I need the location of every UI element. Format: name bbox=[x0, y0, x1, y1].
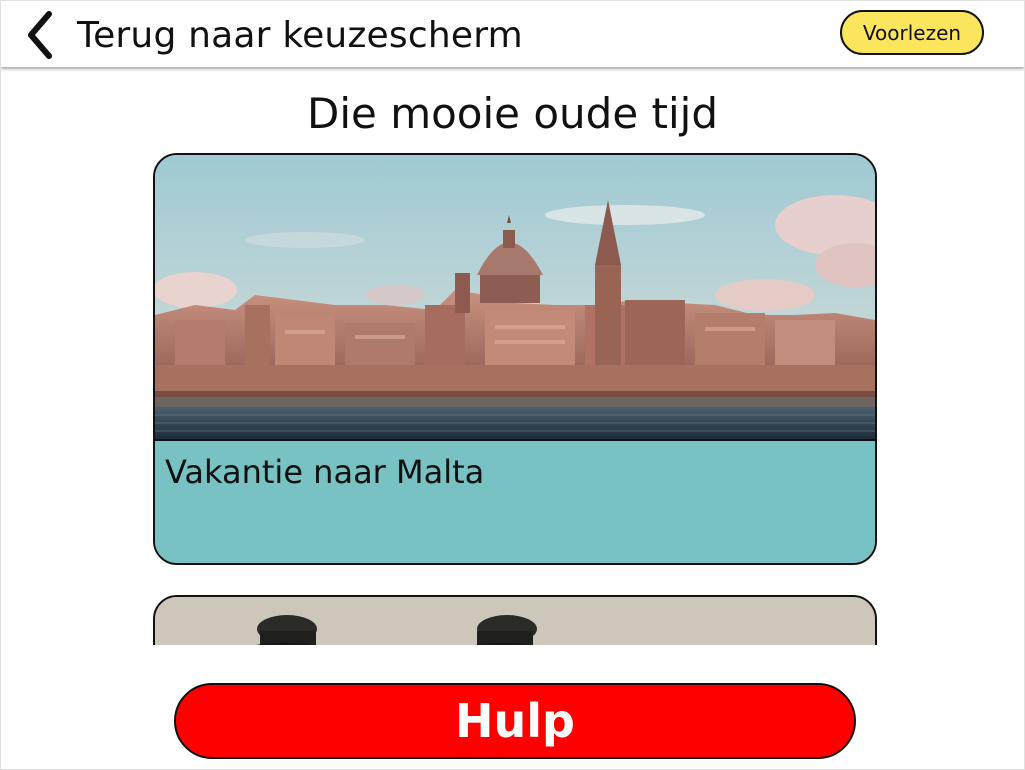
help-button[interactable]: Hulp bbox=[174, 683, 856, 759]
page-title: Die mooie oude tijd bbox=[307, 89, 718, 138]
app-window: Terug naar keuzescherm Voorlezen Die moo… bbox=[0, 0, 1025, 770]
memory-card-caption: Vakantie naar Malta bbox=[155, 441, 875, 563]
vintage-soldiers-photo bbox=[155, 597, 875, 645]
read-aloud-button[interactable]: Voorlezen bbox=[840, 10, 984, 55]
memory-list[interactable]: Vakantie naar Malta bbox=[1, 151, 1024, 645]
chevron-left-icon bbox=[28, 11, 52, 59]
back-button[interactable]: Terug naar keuzescherm bbox=[23, 9, 523, 61]
valletta-skyline-photo bbox=[155, 155, 875, 441]
memory-card-soldiers[interactable] bbox=[153, 595, 877, 645]
top-bar: Terug naar keuzescherm Voorlezen bbox=[1, 1, 1024, 67]
memory-card-malta[interactable]: Vakantie naar Malta bbox=[153, 153, 877, 565]
back-button-label: Terug naar keuzescherm bbox=[77, 14, 523, 56]
